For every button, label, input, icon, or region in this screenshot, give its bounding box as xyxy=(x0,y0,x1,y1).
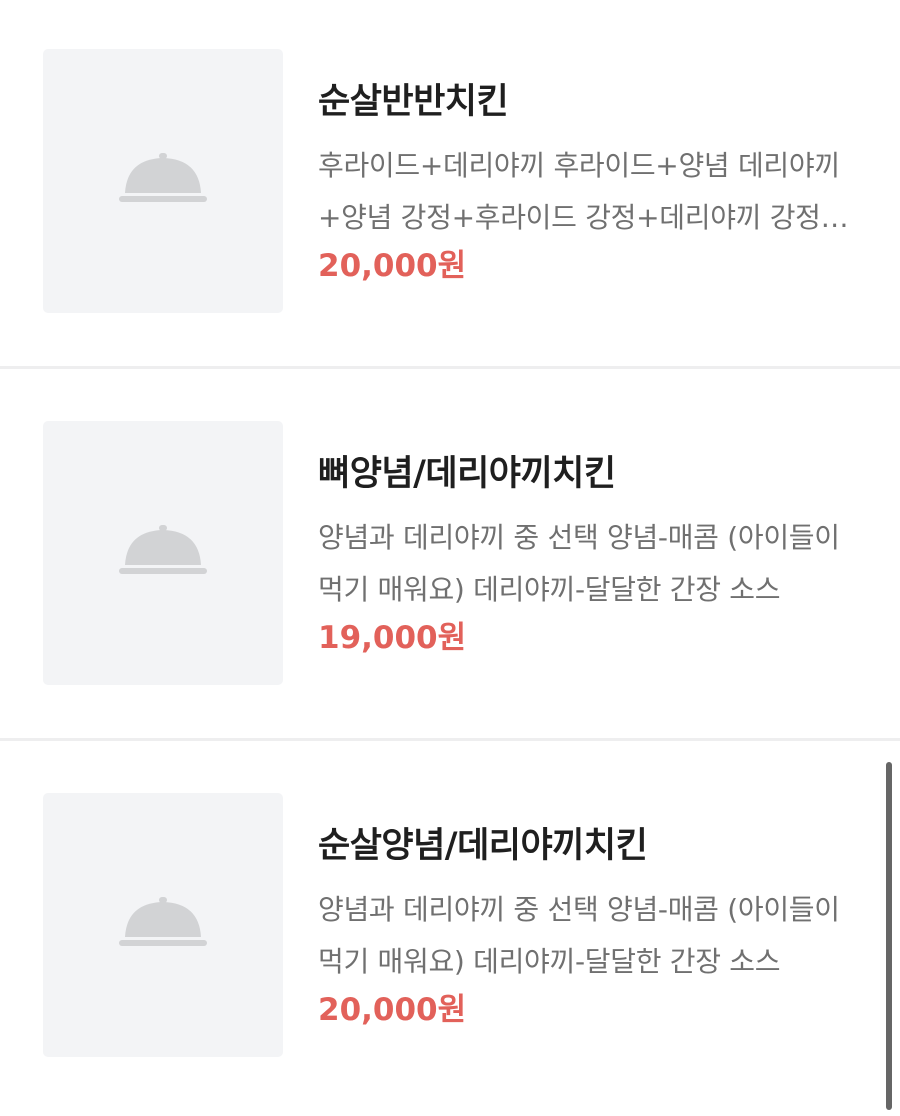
food-cloche-icon xyxy=(119,153,207,202)
menu-item-description: 양념과 데리야끼 중 선택 양념-매콤 (아이들이 먹기 매워요) 데리야끼-달… xyxy=(318,521,840,606)
menu-item-description: 양념과 데리야끼 중 선택 양념-매콤 (아이들이 먹기 매워요) 데리야끼-달… xyxy=(318,893,840,978)
menu-item-price: 19,000원 xyxy=(318,620,467,656)
menu-item[interactable]: 순살양념/데리야끼치킨 양념과 데리야끼 중 선택 양념-매콤 (아이들이 먹기… xyxy=(0,744,900,1116)
menu-item-name: 순살반반치킨 xyxy=(318,82,509,122)
menu-item[interactable]: 뼈양념/데리야끼치킨 양념과 데리야끼 중 선택 양념-매콤 (아이들이 먹기 … xyxy=(0,372,900,744)
menu-item-thumbnail xyxy=(43,49,283,313)
menu-item-name: 순살양념/데리야끼치킨 xyxy=(318,826,648,866)
scrollbar[interactable] xyxy=(886,762,892,1110)
menu-item-description: 후라이드+데리야끼 후라이드+양념 데리야끼+양념 강정+후라이드 강정+데리야… xyxy=(318,149,840,234)
food-cloche-icon xyxy=(119,525,207,574)
menu-item-price: 20,000원 xyxy=(318,992,467,1028)
menu-item[interactable]: 순살반반치킨 후라이드+데리야끼 후라이드+양념 데리야끼+양념 강정+후라이드… xyxy=(0,0,900,372)
divider xyxy=(0,366,900,369)
menu-list: 순살반반치킨 후라이드+데리야끼 후라이드+양념 데리야끼+양념 강정+후라이드… xyxy=(0,0,900,1110)
divider xyxy=(0,738,900,741)
food-cloche-icon xyxy=(119,897,207,946)
menu-item-thumbnail xyxy=(43,421,283,685)
menu-item-name: 뼈양념/데리야끼치킨 xyxy=(318,454,616,494)
menu-item-price: 20,000원 xyxy=(318,248,467,284)
menu-item-thumbnail xyxy=(43,793,283,1057)
